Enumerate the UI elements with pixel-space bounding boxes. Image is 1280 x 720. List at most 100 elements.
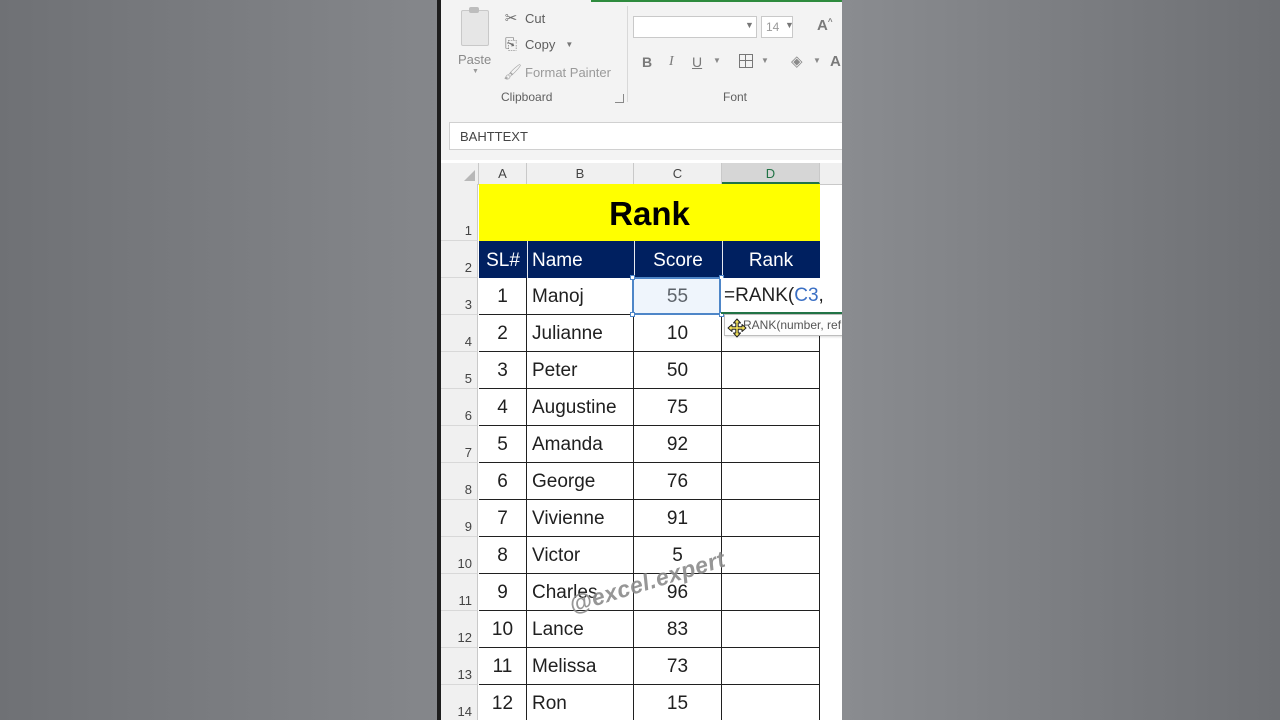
- paintbrush-icon: 🖌: [503, 64, 523, 81]
- header-divider: [527, 241, 528, 278]
- cell-name[interactable]: Victor: [527, 537, 634, 574]
- cell-rank[interactable]: [722, 389, 820, 426]
- cell-sl[interactable]: 10: [479, 611, 527, 648]
- cell-score[interactable]: 92: [634, 426, 722, 463]
- cell-rank[interactable]: [722, 463, 820, 500]
- row-header-8[interactable]: 8: [441, 463, 478, 500]
- column-header-b[interactable]: B: [527, 163, 634, 184]
- header-sl[interactable]: SL#: [479, 241, 527, 278]
- row-header-3[interactable]: 3: [441, 278, 478, 315]
- cell-sl[interactable]: 12: [479, 685, 527, 720]
- cell-rank[interactable]: [722, 426, 820, 463]
- cell-name[interactable]: Manoj: [527, 278, 634, 315]
- clipboard-dialog-launcher-icon[interactable]: [615, 94, 624, 103]
- select-all-button[interactable]: [441, 163, 479, 184]
- cell-rank[interactable]: [722, 574, 820, 611]
- borders-dropdown-icon[interactable]: ▼: [761, 56, 769, 65]
- font-size-dropdown-icon[interactable]: ▼: [785, 20, 794, 30]
- row-header-12[interactable]: 12: [441, 611, 478, 648]
- format-painter-button[interactable]: 🖌 Format Painter: [503, 63, 611, 81]
- cut-label: Cut: [525, 10, 546, 26]
- cell-score[interactable]: 91: [634, 500, 722, 537]
- underline-dropdown-icon[interactable]: ▼: [713, 56, 721, 65]
- cell-name[interactable]: Amanda: [527, 426, 634, 463]
- cell-score[interactable]: 83: [634, 611, 722, 648]
- cell-sl[interactable]: 9: [479, 574, 527, 611]
- cell-sl[interactable]: 3: [479, 352, 527, 389]
- cell-name[interactable]: Vivienne: [527, 500, 634, 537]
- row-header-10[interactable]: 10: [441, 537, 478, 574]
- cell-sl[interactable]: 1: [479, 278, 527, 315]
- borders-icon[interactable]: [739, 54, 753, 68]
- row-header-11[interactable]: 11: [441, 574, 478, 611]
- cell-score[interactable]: 75: [634, 389, 722, 426]
- paste-dropdown-icon[interactable]: ▼: [472, 68, 479, 75]
- font-group-label: Font: [723, 90, 748, 104]
- cell-sl[interactable]: 6: [479, 463, 527, 500]
- row-header-14[interactable]: 14: [441, 685, 478, 720]
- bold-button[interactable]: B: [642, 54, 652, 70]
- row-header-4[interactable]: 4: [441, 315, 478, 352]
- row-header-9[interactable]: 9: [441, 500, 478, 537]
- active-cell-c3[interactable]: [632, 277, 721, 315]
- cell-score[interactable]: 15: [634, 685, 722, 720]
- column-header-a[interactable]: A: [479, 163, 527, 184]
- fill-color-icon[interactable]: ◈: [791, 52, 803, 70]
- formula-bar-area: BAHTTEXT: [441, 108, 842, 160]
- cell-sl[interactable]: 2: [479, 315, 527, 352]
- cell-name[interactable]: George: [527, 463, 634, 500]
- formula-suffix: ,: [818, 285, 824, 306]
- row-header-7[interactable]: 7: [441, 426, 478, 463]
- selection-handle[interactable]: [630, 312, 635, 317]
- underline-button[interactable]: U: [692, 54, 702, 70]
- cell-score[interactable]: 10: [634, 315, 722, 352]
- increase-font-size-icon[interactable]: A^: [817, 17, 833, 34]
- name-box[interactable]: BAHTTEXT: [449, 122, 842, 150]
- font-name-dropdown-icon[interactable]: ▼: [745, 20, 754, 30]
- row-header-13[interactable]: 13: [441, 648, 478, 685]
- font-color-button[interactable]: A: [830, 53, 841, 70]
- cell-rank[interactable]: [722, 352, 820, 389]
- selection-handle[interactable]: [630, 275, 635, 280]
- copy-dropdown-icon[interactable]: ▼: [565, 40, 573, 49]
- row-header-5[interactable]: 5: [441, 352, 478, 389]
- header-score[interactable]: Score: [634, 241, 722, 278]
- cell-name[interactable]: Augustine: [527, 389, 634, 426]
- header-rank[interactable]: Rank: [722, 241, 820, 278]
- header-name[interactable]: Name: [527, 241, 634, 278]
- copy-icon: ⎘: [504, 36, 517, 53]
- cell-name[interactable]: Melissa: [527, 648, 634, 685]
- copy-button[interactable]: ⎘ Copy ▼: [503, 36, 573, 53]
- cell-rank[interactable]: [722, 500, 820, 537]
- cell-sl[interactable]: 7: [479, 500, 527, 537]
- column-header-d[interactable]: D: [722, 163, 820, 184]
- cell-score[interactable]: 50: [634, 352, 722, 389]
- worksheet-grid: A B C D 1 2 3 4 5 6 7 8 9 10 11 12 13 14…: [441, 163, 842, 720]
- column-header-c[interactable]: C: [634, 163, 722, 184]
- italic-button[interactable]: I: [669, 54, 674, 70]
- cell-sl[interactable]: 4: [479, 389, 527, 426]
- cell-name[interactable]: Ron: [527, 685, 634, 720]
- cell-rank[interactable]: [722, 537, 820, 574]
- paste-button[interactable]: Paste: [458, 52, 491, 67]
- sheet-title[interactable]: Rank: [479, 184, 820, 241]
- row-header-1[interactable]: 1: [441, 184, 478, 241]
- cell-score[interactable]: 76: [634, 463, 722, 500]
- cell-sl[interactable]: 8: [479, 537, 527, 574]
- format-painter-label: Format Painter: [525, 64, 611, 80]
- cell-rank[interactable]: [722, 611, 820, 648]
- cell-rank[interactable]: [722, 685, 820, 720]
- cell-rank[interactable]: [722, 648, 820, 685]
- font-name-input[interactable]: [633, 16, 757, 38]
- cell-sl[interactable]: 11: [479, 648, 527, 685]
- paste-icon[interactable]: [461, 7, 489, 46]
- cut-button[interactable]: ✂ Cut: [503, 9, 546, 27]
- cell-name[interactable]: Julianne: [527, 315, 634, 352]
- row-header-2[interactable]: 2: [441, 241, 478, 278]
- cell-name[interactable]: Peter: [527, 352, 634, 389]
- cell-sl[interactable]: 5: [479, 426, 527, 463]
- cell-score[interactable]: 73: [634, 648, 722, 685]
- row-header-6[interactable]: 6: [441, 389, 478, 426]
- fill-color-dropdown-icon[interactable]: ▼: [813, 56, 821, 65]
- editing-cell-d3[interactable]: =RANK(C3,: [721, 278, 842, 314]
